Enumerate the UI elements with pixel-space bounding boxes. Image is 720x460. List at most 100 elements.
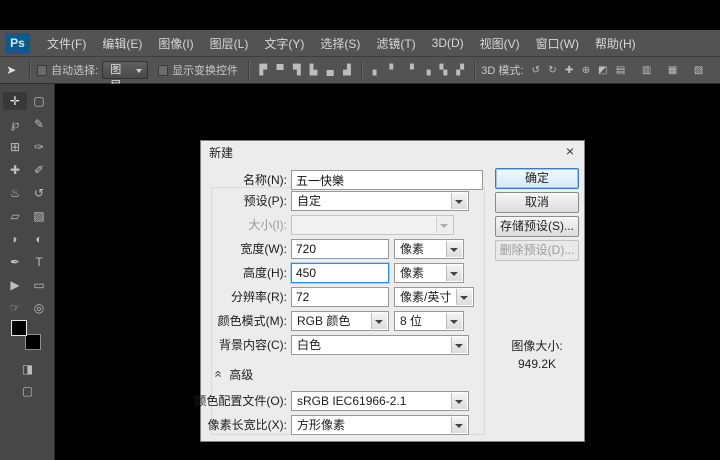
dialog-title: 新建 <box>209 144 233 161</box>
separator <box>361 61 362 79</box>
menu-help[interactable]: 帮助(H) <box>587 30 644 56</box>
name-input[interactable] <box>291 170 483 190</box>
menu-3d[interactable]: 3D(D) <box>424 30 472 56</box>
color-profile-dropdown[interactable]: sRGB IEC61966-2.1 <box>291 391 469 411</box>
blur-tool[interactable]: ◗ <box>3 230 27 248</box>
crop-tool[interactable]: ⊞ <box>3 138 27 156</box>
menu-edit[interactable]: 编辑(E) <box>94 30 150 56</box>
resolution-input[interactable] <box>291 287 389 307</box>
save-preset-button[interactable]: 存储预设(S)... <box>495 216 579 237</box>
history-brush-tool[interactable]: ↺ <box>27 184 51 202</box>
path-select-tool[interactable]: ▶ <box>3 276 27 294</box>
show-transform-checkbox[interactable] <box>158 65 168 76</box>
mode-3d-label: 3D 模式: <box>481 62 523 78</box>
background-label: 背景内容(C): <box>219 335 287 355</box>
brush-tool[interactable]: ✐ <box>27 161 51 179</box>
color-mode-label: 颜色模式(M): <box>218 311 287 331</box>
cancel-button[interactable]: 取消 <box>495 192 579 213</box>
menu-view[interactable]: 视图(V) <box>472 30 528 56</box>
tools-grid: ✛ ▢ ℘ ✎ ⊞ ✑ ✚ ✐ ♨ ↺ ▱ ▨ ◗ ◐ ✒ T ▶ ▭ ☞ ◎ <box>0 84 54 317</box>
pixel-aspect-dropdown[interactable]: 方形像素 <box>291 415 469 435</box>
menu-select[interactable]: 选择(S) <box>312 30 368 56</box>
preset-dropdown[interactable]: 自定 <box>291 191 469 211</box>
width-unit-dropdown[interactable]: 像素 <box>394 239 464 259</box>
align-right-edges-icon[interactable]: ▟ <box>340 62 355 78</box>
separator <box>248 61 249 79</box>
align-top-edges-icon[interactable]: ▛ <box>256 62 271 78</box>
chevron-down-icon <box>136 69 142 76</box>
width-label: 宽度(W): <box>240 239 287 259</box>
height-unit-dropdown[interactable]: 像素 <box>394 263 464 283</box>
menu-layer[interactable]: 图层(L) <box>202 30 257 56</box>
new-document-dialog: 新建 × 名称(N): 预设(P): 自定 大小(I): 宽度(W): 像素 高… <box>200 140 585 442</box>
scale-3d-icon[interactable]: ◩ <box>595 62 610 78</box>
dialog-titlebar[interactable]: 新建 <box>201 141 584 163</box>
eyedropper-tool[interactable]: ✑ <box>27 138 51 156</box>
color-mode-dropdown[interactable]: RGB 颜色 <box>291 311 389 331</box>
size-dropdown <box>291 215 454 235</box>
options-extra-icon-3[interactable]: ▦ <box>664 62 681 78</box>
type-tool[interactable]: T <box>27 253 51 271</box>
distribute-bottom-icon[interactable]: ▝ <box>403 62 418 78</box>
distribute-left-icon[interactable]: ▗ <box>419 62 434 78</box>
screen-mode-button[interactable]: ▢ <box>0 384 55 398</box>
menu-type[interactable]: 文字(Y) <box>256 30 312 56</box>
foreground-color-swatch[interactable] <box>11 320 27 336</box>
align-left-edges-icon[interactable]: ▙ <box>306 62 321 78</box>
pixel-aspect-label: 像素长宽比(X): <box>208 415 287 435</box>
distribute-hcenter-icon[interactable]: ▚ <box>436 62 451 78</box>
options-bar: ➤ 自动选择: 图层 显示变换控件 ▛ ▀ ▜ ▙ ▄ ▟ ▖ ▘ ▝ ▗ ▚ … <box>0 57 720 84</box>
pen-tool[interactable]: ✒ <box>3 253 27 271</box>
menu-window[interactable]: 窗口(W) <box>528 30 587 56</box>
marquee-tool[interactable]: ▢ <box>27 92 51 110</box>
separator <box>29 61 30 79</box>
menu-file[interactable]: 文件(F) <box>39 30 94 56</box>
align-horizontal-centers-icon[interactable]: ▄ <box>323 62 338 78</box>
roll-3d-icon[interactable]: ↻ <box>545 62 560 78</box>
height-input[interactable] <box>291 263 389 283</box>
image-size-info: 图像大小: 949.2K <box>495 337 579 373</box>
clone-stamp-tool[interactable]: ♨ <box>3 184 27 202</box>
distribute-right-icon[interactable]: ▞ <box>453 62 468 78</box>
hand-tool[interactable]: ☞ <box>3 299 27 317</box>
slide-3d-icon[interactable]: ⊕ <box>579 62 594 78</box>
ok-button[interactable]: 确定 <box>495 168 579 189</box>
move-tool[interactable]: ✛ <box>3 92 27 110</box>
auto-select-label: 自动选择: <box>51 62 98 78</box>
options-extra-icon-4[interactable]: ▧ <box>690 62 707 78</box>
distribute-top-icon[interactable]: ▖ <box>369 62 384 78</box>
drag-3d-icon[interactable]: ✚ <box>562 62 577 78</box>
close-icon[interactable]: × <box>561 144 579 160</box>
menu-filter[interactable]: 滤镜(T) <box>368 30 423 56</box>
separator <box>474 61 475 79</box>
background-color-swatch[interactable] <box>25 334 41 350</box>
dodge-tool[interactable]: ◐ <box>27 230 51 248</box>
options-extra-icon-1[interactable]: ▤ <box>612 62 629 78</box>
width-input[interactable] <box>291 239 389 259</box>
preset-label: 预设(P): <box>244 191 287 211</box>
background-dropdown[interactable]: 白色 <box>291 335 469 355</box>
bit-depth-dropdown[interactable]: 8 位 <box>394 311 464 331</box>
lasso-tool[interactable]: ℘ <box>3 115 27 133</box>
gradient-tool[interactable]: ▨ <box>27 207 51 225</box>
resolution-unit-dropdown[interactable]: 像素/英寸 <box>394 287 474 307</box>
move-tool-icon[interactable]: ➤ <box>0 63 23 77</box>
delete-preset-button: 删除预设(D)... <box>495 240 579 261</box>
align-vertical-centers-icon[interactable]: ▀ <box>273 62 288 78</box>
image-size-label: 图像大小: <box>495 337 579 355</box>
advanced-expander[interactable]: « 高级 <box>215 365 253 383</box>
quick-select-tool[interactable]: ✎ <box>27 115 51 133</box>
rotate-3d-icon[interactable]: ↺ <box>528 62 543 78</box>
options-extra-icon-2[interactable]: ▥ <box>638 62 655 78</box>
shape-tool[interactable]: ▭ <box>27 276 51 294</box>
auto-select-target-dropdown[interactable]: 图层 <box>102 61 148 79</box>
menu-image[interactable]: 图像(I) <box>150 30 201 56</box>
zoom-tool[interactable]: ◎ <box>27 299 51 317</box>
distribute-vcenter-icon[interactable]: ▘ <box>386 62 401 78</box>
eraser-tool[interactable]: ▱ <box>3 207 27 225</box>
quick-mask-tool[interactable]: ◨ <box>0 362 55 376</box>
auto-select-checkbox[interactable] <box>37 65 47 76</box>
name-label: 名称(N): <box>243 170 287 190</box>
align-bottom-edges-icon[interactable]: ▜ <box>289 62 304 78</box>
healing-brush-tool[interactable]: ✚ <box>3 161 27 179</box>
